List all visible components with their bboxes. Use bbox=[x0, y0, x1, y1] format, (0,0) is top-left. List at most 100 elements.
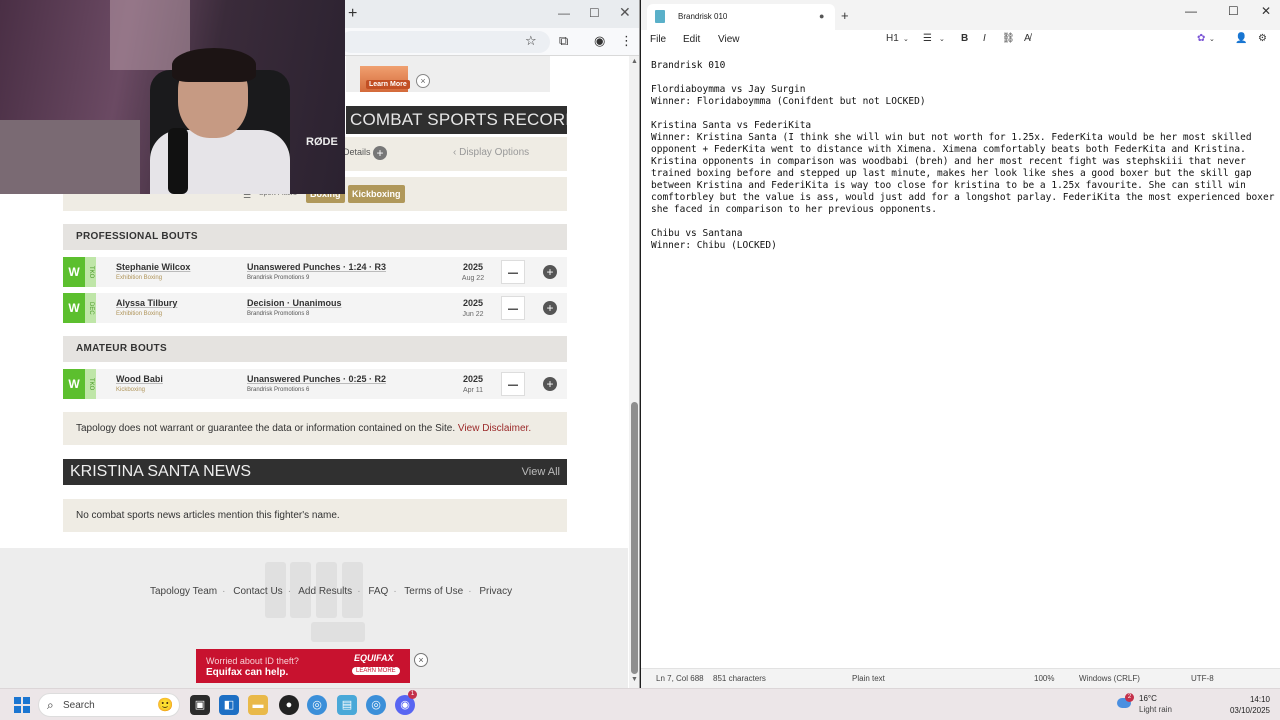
chrome-icon[interactable]: ◎ bbox=[307, 695, 327, 715]
filter-chip-kickboxing[interactable]: Kickboxing bbox=[348, 185, 405, 203]
menu-edit[interactable]: Edit bbox=[683, 34, 700, 45]
file-format[interactable]: Plain text bbox=[852, 674, 885, 683]
maximize-icon[interactable]: ☐ bbox=[1228, 4, 1239, 18]
editor-line[interactable]: Brandrisk 010 bbox=[651, 60, 1275, 72]
editor-line[interactable] bbox=[651, 108, 1275, 120]
taskbar-search[interactable]: ⌕ Search 🙂 bbox=[38, 693, 180, 717]
ad-close-icon[interactable]: × bbox=[414, 653, 428, 667]
zoom-level[interactable]: 100% bbox=[1034, 674, 1054, 683]
news-heading: KRISTINA SANTA NEWS bbox=[70, 463, 252, 480]
copilot-icon[interactable]: ✿ bbox=[1197, 33, 1205, 44]
weather-temperature: 16°C bbox=[1139, 694, 1157, 703]
method-badge: TKO bbox=[85, 257, 96, 287]
bookmark-star-icon[interactable]: ☆ bbox=[525, 33, 537, 49]
ad-learn-more-button[interactable]: Learn More bbox=[366, 80, 410, 89]
system-clock[interactable]: 14:10 03/10/2025 bbox=[1222, 694, 1270, 716]
editor-line[interactable] bbox=[651, 72, 1275, 84]
decision-link[interactable]: Decision · Unanimous bbox=[247, 298, 342, 308]
footer-link-contact[interactable]: Contact Us bbox=[233, 586, 282, 597]
footer-link-team[interactable]: Tapology Team bbox=[150, 586, 217, 597]
editor-line[interactable]: Chibu vs Santana bbox=[651, 228, 1275, 240]
line-ending[interactable]: Windows (CRLF) bbox=[1079, 674, 1140, 683]
encoding[interactable]: UTF-8 bbox=[1191, 674, 1214, 683]
footer-link-terms[interactable]: Terms of Use bbox=[404, 586, 463, 597]
footer-link-faq[interactable]: FAQ bbox=[368, 586, 388, 597]
professional-bouts-heading: PROFESSIONAL BOUTS bbox=[63, 224, 567, 250]
details-plus-icon[interactable]: + bbox=[373, 146, 387, 160]
scroll-down-icon[interactable]: ▼ bbox=[631, 676, 638, 683]
heading-dropdown[interactable]: H1 bbox=[886, 33, 899, 44]
ad-close-icon[interactable]: × bbox=[416, 74, 430, 88]
account-icon[interactable]: 👤 bbox=[1235, 33, 1247, 44]
notepad-tab[interactable]: Brandrisk 010 ● bbox=[647, 4, 835, 30]
bold-icon[interactable]: B bbox=[961, 33, 968, 44]
minimize-icon[interactable]: — bbox=[558, 6, 570, 20]
footer-link-add-results[interactable]: Add Results bbox=[298, 586, 352, 597]
editor-line[interactable]: Flordiaboymma vs Jay Surgin bbox=[651, 84, 1275, 96]
add-plus-icon[interactable]: + bbox=[543, 265, 557, 279]
view-all-link[interactable]: View All bbox=[522, 459, 560, 485]
maximize-icon[interactable]: ☐ bbox=[589, 6, 600, 20]
notepad-editor[interactable]: Brandrisk 010 Flordiaboymma vs Jay Surgin… bbox=[651, 60, 1275, 252]
minimize-icon[interactable]: — bbox=[1185, 4, 1197, 18]
italic-icon[interactable]: I bbox=[983, 33, 986, 44]
chrome-profile-icon[interactable]: ◎ bbox=[366, 695, 386, 715]
notepad-new-tab-button[interactable]: + bbox=[841, 8, 849, 23]
extensions-icon[interactable]: ⧉ bbox=[559, 33, 568, 49]
store-icon[interactable]: ◧ bbox=[219, 695, 239, 715]
decision-link[interactable]: Unanswered Punches · 1:24 · R3 bbox=[247, 262, 386, 272]
decision-link[interactable]: Unanswered Punches · 0:25 · R2 bbox=[247, 374, 386, 384]
editor-line[interactable]: Winner: Kristina Santa (I think she will… bbox=[651, 132, 1275, 216]
menu-file[interactable]: File bbox=[650, 34, 666, 45]
menu-view[interactable]: View bbox=[718, 34, 740, 45]
link-icon[interactable]: ⛓ bbox=[1002, 33, 1015, 44]
settings-gear-icon[interactable]: ⚙ bbox=[1258, 33, 1267, 44]
footer-link-privacy[interactable]: Privacy bbox=[479, 586, 512, 597]
notepad-taskbar-icon[interactable]: ▤ bbox=[337, 695, 357, 715]
clear-formatting-icon[interactable]: A̸ bbox=[1024, 33, 1031, 44]
ad-learn-more-button[interactable]: LEARN MORE bbox=[352, 667, 400, 675]
promotion-logo-icon[interactable]: ▬▬ bbox=[501, 296, 525, 320]
top-advertisement[interactable]: Learn More × bbox=[346, 56, 550, 92]
display-options-link[interactable]: ‹ Display Options bbox=[453, 147, 529, 158]
file-explorer-icon[interactable]: ▬ bbox=[248, 695, 268, 715]
chevron-down-icon[interactable]: ⌄ bbox=[1209, 35, 1215, 43]
close-icon[interactable]: ✕ bbox=[619, 4, 631, 21]
disclaimer-box: Tapology does not warrant or guarantee t… bbox=[63, 412, 567, 445]
microphone bbox=[168, 128, 188, 194]
new-tab-button[interactable]: + bbox=[348, 5, 357, 23]
editor-line[interactable] bbox=[651, 216, 1275, 228]
opponent-link[interactable]: Stephanie Wilcox bbox=[116, 262, 190, 272]
view-disclaimer-link[interactable]: View Disclaimer. bbox=[458, 423, 531, 434]
add-plus-icon[interactable]: + bbox=[543, 301, 557, 315]
close-icon[interactable]: ✕ bbox=[1261, 4, 1271, 18]
disclaimer-text: Tapology does not warrant or guarantee t… bbox=[76, 423, 456, 434]
scrollbar-thumb[interactable] bbox=[631, 402, 638, 674]
bout-sport: Exhibition Boxing bbox=[116, 311, 163, 317]
add-plus-icon[interactable]: + bbox=[543, 377, 557, 391]
scroll-up-icon[interactable]: ▲ bbox=[631, 58, 638, 65]
editor-line[interactable]: Winner: Floridaboymma (Conifdent but not… bbox=[651, 96, 1275, 108]
bottom-advertisement[interactable]: Worried about ID theft? Equifax can help… bbox=[196, 649, 410, 683]
profile-icon[interactable]: ◉ bbox=[594, 33, 605, 49]
details-toggle[interactable]: Details bbox=[343, 147, 371, 157]
cursor-position: Ln 7, Col 688 bbox=[656, 674, 704, 683]
opponent-link[interactable]: Wood Babi bbox=[116, 374, 163, 384]
page-scrollbar[interactable]: ▲ ▼ bbox=[629, 56, 639, 688]
bout-date: Jun 22 bbox=[462, 311, 484, 318]
task-view-icon[interactable]: ▣ bbox=[190, 695, 210, 715]
promotion-logo-icon[interactable]: ▬▬ bbox=[501, 260, 525, 284]
editor-line[interactable]: Kristina Santa vs FederiKita bbox=[651, 120, 1275, 132]
menu-kebab-icon[interactable]: ⋮ bbox=[620, 33, 633, 49]
media-app-icon[interactable]: ● bbox=[279, 695, 299, 715]
editor-line[interactable]: Winner: Chibu (LOCKED) bbox=[651, 240, 1275, 252]
chevron-down-icon[interactable]: ⌄ bbox=[903, 35, 909, 43]
taskbar: ⌕ Search 🙂 ▣ ◧ ▬ ● ◎ ▤ ◎ ◉ 1 2 16°C Ligh… bbox=[0, 688, 1280, 720]
chevron-down-icon[interactable]: ⌄ bbox=[939, 35, 945, 43]
list-icon[interactable]: ☰ bbox=[923, 33, 932, 44]
promotion-logo-icon[interactable]: ▬▬ bbox=[501, 372, 525, 396]
opponent-link[interactable]: Alyssa Tilbury bbox=[116, 298, 177, 308]
windows-start-icon[interactable] bbox=[14, 697, 30, 713]
unsaved-dot-icon[interactable]: ● bbox=[819, 11, 824, 21]
address-bar[interactable] bbox=[340, 31, 550, 53]
